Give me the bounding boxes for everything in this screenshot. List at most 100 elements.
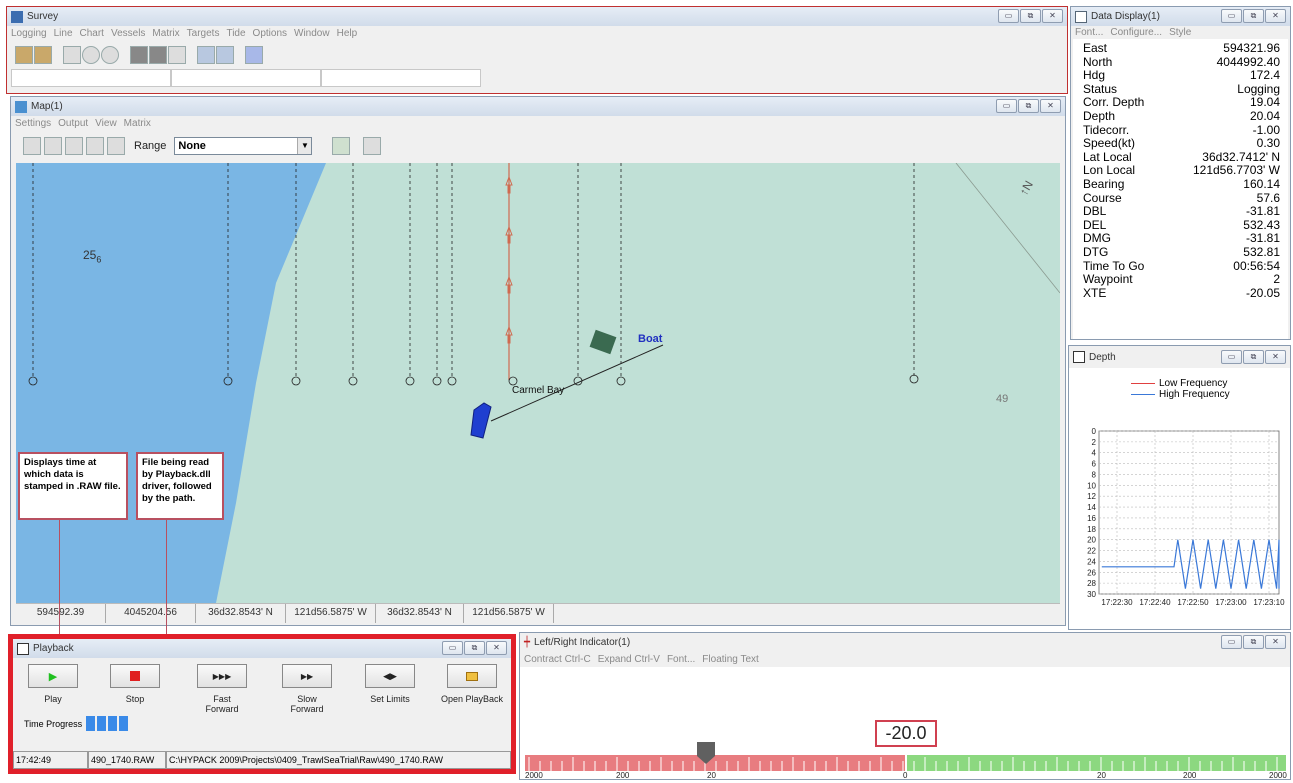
zoom-extents-icon[interactable]	[23, 137, 41, 155]
y-tick-label: 10	[1087, 481, 1096, 490]
stop-label: Stop	[125, 694, 145, 704]
restore-button[interactable]: ⧉	[1243, 635, 1264, 649]
status-lon: 121d56.5875' W	[286, 604, 376, 623]
menu-contract[interactable]: Contract Ctrl-C	[524, 654, 591, 665]
data-row-label: East	[1083, 41, 1108, 55]
menu-window[interactable]: Window	[294, 28, 330, 39]
menu-logging[interactable]: Logging	[11, 28, 47, 39]
close-button[interactable]: ✕	[1265, 9, 1286, 23]
close-button[interactable]: ✕	[1042, 9, 1063, 23]
open-playback-button[interactable]: Open PlayBack	[440, 664, 504, 704]
zoom-window-icon[interactable]	[86, 137, 104, 155]
rotate-icon[interactable]	[168, 46, 186, 64]
restore-button[interactable]: ⧉	[1020, 9, 1041, 23]
lr-title: Left/Right Indicator(1)	[534, 637, 631, 648]
x-tick-label: 17:22:40	[1139, 598, 1171, 607]
menu-options[interactable]: Options	[253, 28, 287, 39]
lr-label-right-20: 20	[1097, 771, 1106, 780]
data-row-value: 594321.96	[1223, 41, 1280, 55]
menu-expand[interactable]: Expand Ctrl-V	[598, 654, 660, 665]
sounding-49: 49	[996, 393, 1009, 405]
menu-floating-text[interactable]: Floating Text	[702, 654, 759, 665]
data-row: Course 57.6	[1073, 191, 1288, 206]
menu-settings[interactable]: Settings	[15, 118, 51, 129]
restore-button[interactable]: ⧉	[1243, 9, 1264, 23]
menu-targets[interactable]: Targets	[187, 28, 220, 39]
close-button[interactable]: ✕	[1265, 350, 1286, 364]
settings-icon[interactable]	[363, 137, 382, 155]
menu-line[interactable]: Line	[54, 28, 73, 39]
lr-value-box: -20.0	[875, 720, 937, 747]
lr-value: -20.0	[885, 723, 927, 743]
menu-font[interactable]: Font...	[1075, 27, 1103, 38]
zoom-out-icon[interactable]	[65, 137, 83, 155]
play-button[interactable]: ▶ Play	[28, 664, 78, 704]
data-row-label: DMG	[1083, 231, 1111, 246]
data-row-value: 532.43	[1243, 217, 1280, 232]
data-row-label: Bearing	[1083, 176, 1125, 191]
menu-vessels[interactable]: Vessels	[111, 28, 145, 39]
minimize-button[interactable]: ▭	[996, 99, 1017, 113]
range-select[interactable]: None ▼	[174, 137, 313, 155]
minimize-button[interactable]: ▭	[1221, 350, 1242, 364]
lr-label-left-200: 200	[616, 771, 630, 780]
pan-icon[interactable]	[107, 137, 125, 155]
menu-tide[interactable]: Tide	[226, 28, 245, 39]
book-icon[interactable]	[15, 46, 33, 64]
menu-style[interactable]: Style	[1169, 27, 1191, 38]
time-progress-bar[interactable]	[86, 716, 129, 731]
menu-output[interactable]: Output	[58, 118, 88, 129]
lr-pointer[interactable]	[696, 742, 716, 766]
target2-icon[interactable]	[101, 46, 119, 64]
close-button[interactable]: ✕	[1040, 99, 1061, 113]
menu-help[interactable]: Help	[337, 28, 358, 39]
north-arrow-icon: ↑N	[1016, 178, 1035, 198]
stop-button[interactable]: Stop	[110, 664, 160, 704]
fast-forward-button[interactable]: ▶▶▶ Fast Forward	[197, 664, 247, 714]
menu-chart[interactable]: Chart	[80, 28, 104, 39]
map-toolbar: Range None ▼	[11, 131, 1065, 161]
tide-gauge-icon[interactable]	[216, 46, 234, 64]
square2-icon[interactable]	[149, 46, 167, 64]
menu-matrix[interactable]: Matrix	[124, 118, 151, 129]
play-icon: ▶	[48, 670, 58, 683]
data-row-value: -31.81	[1245, 204, 1280, 219]
minimize-button[interactable]: ▭	[1221, 635, 1242, 649]
minimize-button[interactable]: ▭	[998, 9, 1019, 23]
map-graphics: ↑N	[16, 163, 1060, 603]
sounding-25: 256	[83, 248, 102, 265]
data-row-label: Tidecorr.	[1083, 122, 1130, 137]
data-row-value: 00:56:54	[1233, 258, 1280, 273]
menu-matrix[interactable]: Matrix	[152, 28, 179, 39]
place-label: Carmel Bay	[512, 385, 565, 396]
grid-icon[interactable]	[63, 46, 81, 64]
playback-titlebar: Playback ▭ ⧉ ✕	[13, 639, 511, 658]
slow-forward-button[interactable]: ▶▶ Slow Forward	[282, 664, 332, 714]
zoom-in-icon[interactable]	[44, 137, 62, 155]
data-display-icon	[1075, 10, 1087, 23]
menu-font[interactable]: Font...	[667, 654, 695, 665]
restore-button[interactable]: ⧉	[464, 641, 485, 655]
print-icon[interactable]	[332, 137, 351, 155]
map-canvas[interactable]: ↑N 256 49 Carmel Bay Boat	[16, 163, 1060, 603]
set-limits-button[interactable]: ◀▶ Set Limits	[365, 664, 415, 704]
range-value: None	[178, 140, 206, 152]
book-open-icon[interactable]	[34, 46, 52, 64]
close-button[interactable]: ✕	[1265, 635, 1286, 649]
minimize-button[interactable]: ▭	[1221, 9, 1242, 23]
tide-icon[interactable]	[197, 46, 215, 64]
restore-button[interactable]: ⧉	[1243, 350, 1264, 364]
depth-title: Depth	[1089, 351, 1116, 363]
minimize-button[interactable]: ▭	[442, 641, 463, 655]
restore-button[interactable]: ⧉	[1018, 99, 1039, 113]
close-button[interactable]: ✕	[486, 641, 507, 655]
data-row: East 594321.96	[1073, 41, 1288, 56]
pencil-icon[interactable]	[245, 46, 263, 64]
data-row-value: 160.14	[1243, 176, 1280, 191]
menu-configure[interactable]: Configure...	[1110, 27, 1162, 38]
callout-time: Displays time at which data is stamped i…	[18, 452, 128, 520]
stop-icon	[130, 671, 140, 681]
target-icon[interactable]	[82, 46, 100, 64]
square-icon[interactable]	[130, 46, 148, 64]
menu-view[interactable]: View	[95, 118, 117, 129]
